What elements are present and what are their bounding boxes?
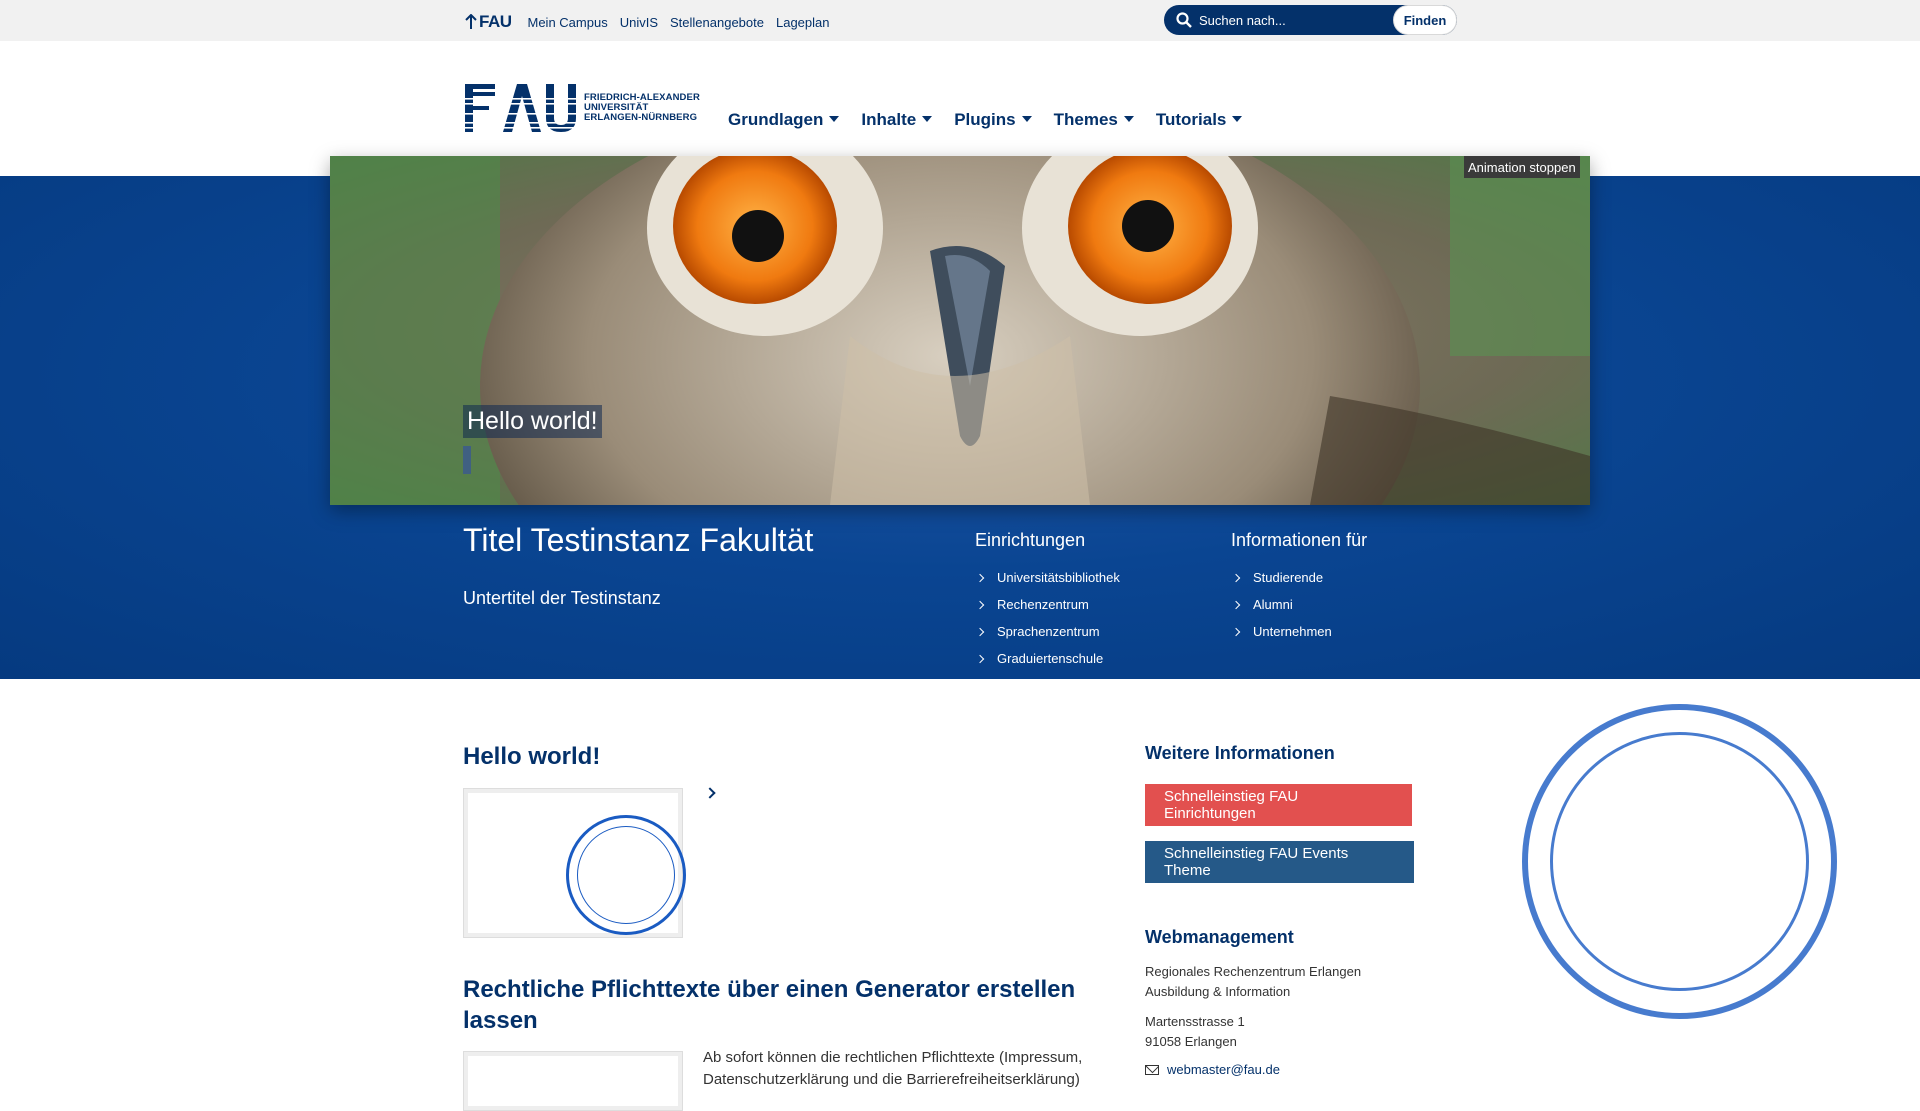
einrichtungen-menu: Einrichtungen Universitätsbibliothek Rec… bbox=[975, 530, 1120, 672]
schnelleinstieg-einrichtungen-button[interactable]: Schnelleinstieg FAU Einrichtungen bbox=[1145, 784, 1412, 826]
link-label: Alumni bbox=[1253, 597, 1293, 612]
site-subtitle: Untertitel der Testinstanz bbox=[463, 588, 661, 608]
meta-link-univis[interactable]: UnivIS bbox=[620, 15, 658, 30]
caret-down-icon bbox=[1021, 115, 1032, 122]
meta-bar: FAU Mein Campus UnivIS Stellenangebote L… bbox=[0, 0, 1920, 41]
envelope-icon bbox=[1145, 1064, 1159, 1075]
fau-home-link[interactable]: FAU bbox=[465, 12, 512, 32]
informationen-heading: Informationen für bbox=[1231, 530, 1368, 550]
link-label: Studierende bbox=[1253, 570, 1324, 585]
site-title: Titel Testinstanz Fakultät bbox=[463, 522, 814, 558]
meta-link-mein-campus[interactable]: Mein Campus bbox=[528, 15, 608, 30]
search-form: Suchen nach... Finden bbox=[1164, 5, 1457, 35]
nav-tutorials[interactable]: Tutorials bbox=[1156, 110, 1243, 130]
link-label: Universitätsbibliothek bbox=[997, 570, 1120, 585]
nav-label: Tutorials bbox=[1155, 110, 1227, 129]
caret-down-icon bbox=[829, 115, 840, 122]
address-line: Ausbildung & Information bbox=[1145, 984, 1291, 999]
fau-logo-mark bbox=[465, 84, 576, 132]
seal-inner-ring bbox=[577, 826, 675, 924]
arrow-up-icon bbox=[465, 14, 477, 29]
schnelleinstieg-events-button[interactable]: Schnelleinstieg FAU Events Theme bbox=[1145, 841, 1414, 883]
link-sprachenzentrum[interactable]: Sprachenzentrum bbox=[975, 618, 1120, 645]
link-studierende[interactable]: Studierende bbox=[1231, 564, 1367, 591]
email-link[interactable]: webmaster@fau.de bbox=[1145, 1062, 1280, 1077]
chevron-right-icon bbox=[1231, 573, 1241, 582]
main-navigation: Grundlagen Inhalte Plugins Themes Tutori… bbox=[728, 110, 1264, 130]
link-universitaetsbibliothek[interactable]: Universitätsbibliothek bbox=[975, 564, 1120, 591]
chevron-right-icon bbox=[1231, 600, 1241, 609]
nav-label: Themes bbox=[1053, 110, 1118, 129]
post-title-hello-world[interactable]: Hello world! bbox=[463, 741, 600, 772]
post-excerpt: Ab sofort können die rechtlichen Pflicht… bbox=[703, 1049, 1083, 1088]
meta-links: FAU Mein Campus UnivIS Stellenangebote L… bbox=[465, 12, 841, 32]
chevron-right-icon bbox=[975, 573, 985, 582]
animation-stop-button[interactable]: Animation stoppen bbox=[1464, 156, 1580, 178]
sidebar-heading-webmanagement: Webmanagement bbox=[1145, 927, 1294, 947]
informationen-menu: Informationen für Studierende Alumni Unt… bbox=[1231, 530, 1367, 645]
chevron-right-icon bbox=[975, 654, 985, 663]
search-button[interactable]: Finden bbox=[1393, 5, 1457, 35]
university-seal-icon bbox=[566, 815, 686, 935]
link-label: Rechenzentrum bbox=[997, 597, 1089, 612]
nav-label: Grundlagen bbox=[728, 110, 824, 129]
logo-line-3: ERLANGEN-NÜRNBERG bbox=[584, 112, 698, 123]
address-line: Regionales Rechenzentrum Erlangen bbox=[1145, 964, 1362, 979]
chevron-right-icon bbox=[1231, 627, 1241, 636]
hero-slider-image bbox=[330, 156, 1590, 505]
chevron-right-icon bbox=[975, 600, 985, 609]
address-block-2: Martensstrasse 1 91058 Erlangen bbox=[1145, 1012, 1245, 1052]
chevron-right-icon[interactable] bbox=[704, 787, 716, 799]
nav-themes[interactable]: Themes bbox=[1054, 110, 1134, 130]
address-line: 91058 Erlangen bbox=[1145, 1034, 1237, 1049]
slide-indicator[interactable] bbox=[463, 446, 471, 474]
search-input[interactable]: Suchen nach... bbox=[1199, 13, 1286, 28]
nav-label: Inhalte bbox=[861, 110, 917, 129]
post-thumbnail[interactable] bbox=[463, 788, 686, 938]
meta-link-stellenangebote[interactable]: Stellenangebote bbox=[670, 15, 764, 30]
nav-grundlagen[interactable]: Grundlagen bbox=[728, 110, 840, 130]
fau-logo[interactable]: FRIEDRICH-ALEXANDER UNIVERSITÄT ERLANGEN… bbox=[465, 84, 700, 132]
post-title-pflichttexte[interactable]: Rechtliche Pflichttexte über einen Gener… bbox=[463, 974, 1083, 1036]
caret-down-icon bbox=[1123, 115, 1134, 122]
sidebar-heading-weitere-informationen: Weitere Informationen bbox=[1145, 743, 1335, 763]
nav-plugins[interactable]: Plugins bbox=[954, 110, 1032, 130]
address-line: Martensstrasse 1 bbox=[1145, 1014, 1245, 1029]
nav-inhalte[interactable]: Inhalte bbox=[861, 110, 933, 130]
chevron-right-icon bbox=[975, 627, 985, 636]
owl-photo bbox=[330, 156, 1590, 505]
nav-label: Plugins bbox=[954, 110, 1016, 129]
fau-home-label: FAU bbox=[479, 12, 512, 31]
link-unternehmen[interactable]: Unternehmen bbox=[1231, 618, 1367, 645]
email-label: webmaster@fau.de bbox=[1167, 1062, 1280, 1077]
address-block-1: Regionales Rechenzentrum Erlangen Ausbil… bbox=[1145, 962, 1361, 1002]
search-icon bbox=[1176, 12, 1192, 28]
link-graduiertenschule[interactable]: Graduiertenschule bbox=[975, 645, 1120, 672]
link-label: Graduiertenschule bbox=[997, 651, 1104, 666]
post-thumbnail[interactable] bbox=[463, 1051, 683, 1111]
slide-title[interactable]: Hello world! bbox=[463, 405, 602, 438]
link-alumni[interactable]: Alumni bbox=[1231, 591, 1367, 618]
seal-inner-ring bbox=[1550, 732, 1809, 991]
einrichtungen-heading: Einrichtungen bbox=[975, 530, 1086, 550]
link-label: Unternehmen bbox=[1253, 624, 1332, 639]
link-rechenzentrum[interactable]: Rechenzentrum bbox=[975, 591, 1120, 618]
caret-down-icon bbox=[1232, 115, 1243, 122]
link-label: Sprachenzentrum bbox=[997, 624, 1100, 639]
logo-text: FRIEDRICH-ALEXANDER UNIVERSITÄT ERLANGEN… bbox=[584, 93, 700, 123]
caret-down-icon bbox=[922, 115, 933, 122]
university-seal-icon bbox=[1522, 704, 1837, 1019]
meta-link-lageplan[interactable]: Lageplan bbox=[776, 15, 830, 30]
